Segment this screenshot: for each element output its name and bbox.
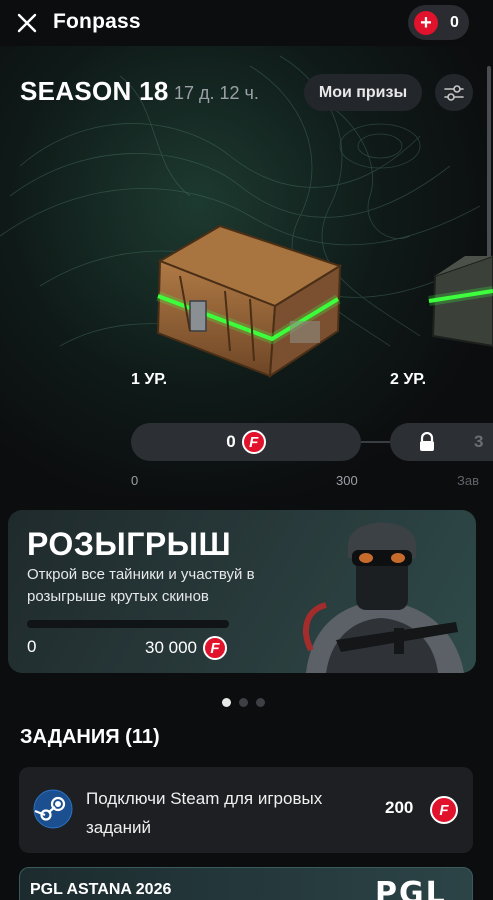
carousel-dot[interactable] <box>222 698 231 707</box>
coin-balance-button[interactable]: + 0 <box>408 5 469 40</box>
event-title: PGL ASTANA 2026 <box>30 881 172 898</box>
crate-level-1[interactable] <box>150 221 345 381</box>
tick-next: Зав <box>457 473 479 488</box>
close-icon <box>17 13 37 33</box>
event-card[interactable]: PGL ASTANA 2026 PGL <box>19 867 473 900</box>
season-title: SEASON 18 <box>20 76 169 106</box>
fonpass-coin-icon: F <box>203 636 227 660</box>
giveaway-max: 30 000 <box>145 638 197 657</box>
crate-level-2[interactable] <box>425 251 493 356</box>
close-button[interactable] <box>14 10 40 36</box>
level-label: 1 УР. <box>131 371 168 388</box>
giveaway-banner[interactable]: РОЗЫГРЫШ Открой все тайники и участвуй в… <box>8 510 476 673</box>
plus-icon: + <box>414 10 438 35</box>
carousel-dots <box>222 698 265 707</box>
locked-level-value: 3 <box>474 432 484 451</box>
giveaway-progress-bar <box>27 620 229 628</box>
tick-end: 300 <box>336 473 358 488</box>
task-text: Подключи Steam для игровых заданий <box>86 789 323 837</box>
level-connector <box>361 441 390 443</box>
fonpass-coin-icon: F <box>430 796 458 824</box>
locked-level-pill: 3 <box>390 423 493 461</box>
task-item[interactable]: Подключи Steam для игровых заданий 200 F <box>19 767 473 853</box>
level-label: 2 УР. <box>390 371 427 388</box>
giveaway-subtitle: Открой все тайники и участвуй в розыгрыш… <box>27 566 255 605</box>
lock-icon <box>420 432 434 451</box>
task-reward: 200 <box>385 798 414 817</box>
giveaway-title: РОЗЫГРЫШ <box>27 526 232 562</box>
level-progress-pill: 0 F <box>131 423 361 461</box>
giveaway-max-group: 30 000 F <box>145 636 227 660</box>
svg-text:F: F <box>439 802 449 819</box>
level-progress-value: 0 <box>226 432 236 451</box>
event-logo: PGL <box>375 876 447 900</box>
giveaway-min: 0 <box>27 637 37 656</box>
season-time-left: 17 д. 12 ч. <box>174 83 259 103</box>
my-prizes-button[interactable]: Мои призы <box>304 74 422 111</box>
coin-count: 0 <box>450 13 459 31</box>
filter-button[interactable] <box>435 74 473 111</box>
carousel-dot[interactable] <box>256 698 265 707</box>
sliders-icon <box>444 84 464 101</box>
carousel-dot[interactable] <box>239 698 248 707</box>
season-hero: SEASON 18 17 д. 12 ч. Мои призы 1 УР. 2 … <box>0 46 493 496</box>
tasks-title: ЗАДАНИЯ (11) <box>20 726 160 748</box>
fonpass-coin-icon: F <box>241 430 266 454</box>
tick-start: 0 <box>131 473 139 488</box>
top-bar: Fonpass + 0 <box>0 0 493 46</box>
app-title: Fonpass <box>53 10 141 33</box>
steam-icon <box>33 789 73 829</box>
soldier-illustration <box>303 522 464 673</box>
